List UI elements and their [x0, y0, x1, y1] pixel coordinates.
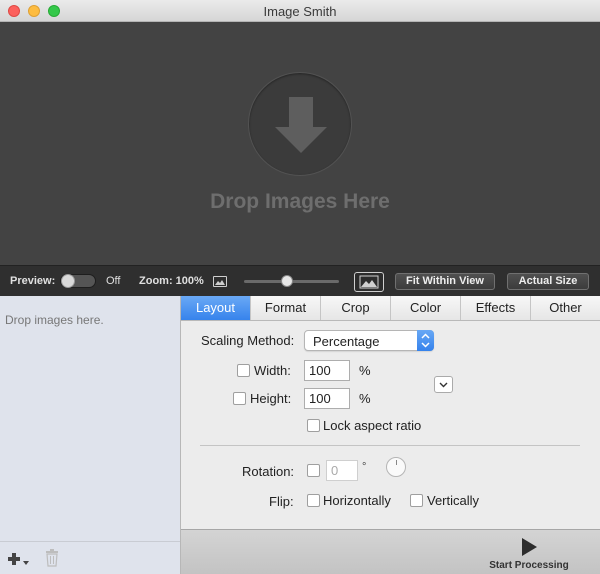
- width-checkbox[interactable]: [237, 364, 250, 377]
- chevron-down-icon: [439, 382, 448, 388]
- flip-label: Flip:: [269, 494, 294, 509]
- actual-size-button[interactable]: Actual Size: [507, 273, 589, 290]
- tab-other[interactable]: Other: [531, 296, 600, 320]
- image-drop-zone[interactable]: Drop Images Here: [0, 22, 600, 265]
- chevron-updown-icon: [417, 330, 434, 351]
- add-images-icon[interactable]: [6, 550, 30, 568]
- rotation-label: Rotation:: [242, 464, 295, 479]
- fit-within-view-button[interactable]: Fit Within View: [395, 273, 495, 290]
- preview-label: Preview:: [10, 275, 56, 287]
- flip-horizontal-label: Horizontally: [323, 493, 391, 508]
- section-divider: [200, 445, 580, 446]
- rotation-field[interactable]: 0: [326, 460, 358, 481]
- trash-icon[interactable]: [45, 549, 59, 567]
- settings-tabs: Layout Format Crop Color Effects Other: [181, 296, 600, 321]
- sidebar-empty-message: Drop images here.: [5, 313, 104, 327]
- download-arrow-icon: [248, 72, 352, 176]
- preview-toggle[interactable]: [60, 274, 96, 288]
- preview-state-label: Off: [106, 275, 121, 287]
- lock-aspect-checkbox[interactable]: [307, 419, 320, 432]
- scaling-method-value: Percentage: [313, 334, 380, 349]
- height-unit: %: [359, 391, 371, 406]
- width-label: Width:: [254, 363, 291, 378]
- height-label: Height:: [250, 391, 292, 406]
- zoom-in-image-button[interactable]: [354, 272, 384, 292]
- width-field[interactable]: 100: [304, 360, 350, 381]
- height-checkbox[interactable]: [233, 392, 246, 405]
- lock-aspect-label: Lock aspect ratio: [323, 418, 422, 433]
- start-processing-label: Start Processing: [489, 560, 569, 571]
- zoom-label: Zoom: 100%: [139, 275, 204, 287]
- tab-layout[interactable]: Layout: [181, 296, 251, 320]
- zoom-slider-knob[interactable]: [281, 275, 294, 287]
- width-unit: %: [359, 363, 371, 378]
- preview-toolbar: Preview: Off Zoom: 100% Fit Within View …: [0, 265, 600, 296]
- flip-vertical-label: Vertically: [427, 493, 480, 508]
- dimensions-menu-button[interactable]: [434, 376, 453, 393]
- flip-vertical-checkbox[interactable]: [410, 494, 423, 507]
- image-list-sidebar[interactable]: Drop images here.: [0, 296, 181, 574]
- title-bar: Image Smith: [0, 0, 600, 22]
- flip-horizontal-checkbox[interactable]: [307, 494, 320, 507]
- drop-images-label: Drop Images Here: [210, 190, 390, 213]
- tab-effects[interactable]: Effects: [461, 296, 531, 320]
- layout-settings-panel: Scaling Method: Percentage Width: 100 % …: [181, 321, 600, 529]
- tab-format[interactable]: Format: [251, 296, 321, 320]
- zoom-out-image-icon[interactable]: [213, 276, 227, 287]
- window-title: Image Smith: [263, 4, 337, 19]
- play-icon: [522, 538, 537, 556]
- tab-color[interactable]: Color: [391, 296, 461, 320]
- start-processing-button[interactable]: Start Processing: [486, 534, 572, 572]
- rotation-dial[interactable]: [386, 457, 406, 477]
- scaling-method-label: Scaling Method:: [201, 333, 295, 348]
- rotation-degree-unit: °: [362, 461, 367, 473]
- preview-toggle-knob: [61, 274, 75, 288]
- scaling-method-select[interactable]: Percentage: [304, 330, 434, 351]
- rotation-checkbox[interactable]: [307, 464, 320, 477]
- sidebar-action-bar: [0, 541, 180, 574]
- processing-bar: Start Processing: [181, 529, 600, 574]
- height-field[interactable]: 100: [304, 388, 350, 409]
- tab-crop[interactable]: Crop: [321, 296, 391, 320]
